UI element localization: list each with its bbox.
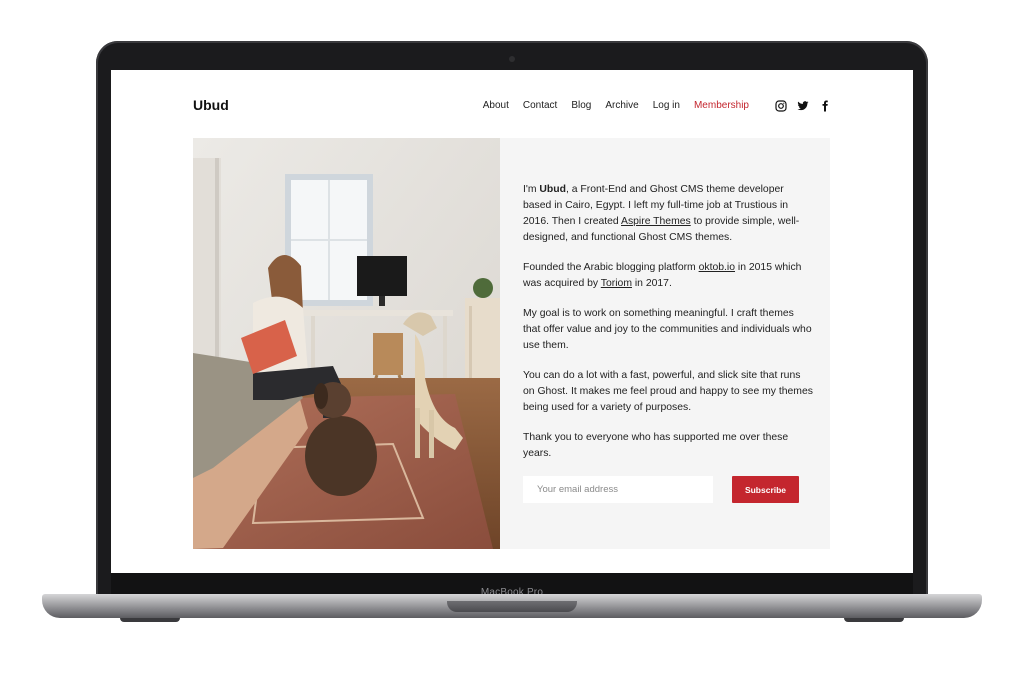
oktob-link[interactable]: oktob.io	[699, 262, 735, 273]
bio-text: I'm Ubud, a Front-End and Ghost CMS them…	[523, 182, 813, 476]
laptop-foot-left	[120, 618, 180, 622]
nav-archive[interactable]: Archive	[605, 100, 638, 111]
bio-paragraph-4: You can do a lot with a fast, powerful, …	[523, 370, 813, 413]
author-name: Ubud	[539, 184, 566, 195]
aspire-themes-link[interactable]: Aspire Themes	[621, 216, 691, 227]
screen: Ubud About Contact Blog Archive Log in M…	[111, 70, 913, 573]
nav-blog[interactable]: Blog	[571, 100, 591, 111]
bio-paragraph-2: Founded the Arabic blogging platform okt…	[523, 262, 802, 289]
hero-image	[193, 138, 500, 549]
laptop-foot-right	[844, 618, 904, 622]
bio-paragraph-3: My goal is to work on something meaningf…	[523, 308, 812, 351]
bedroom-photo	[193, 138, 500, 549]
toriom-link[interactable]: Toriom	[601, 278, 632, 289]
subscribe-button[interactable]: Subscribe	[732, 476, 799, 503]
bio-paragraph-5: Thank you to everyone who has supported …	[523, 432, 789, 459]
social-links	[765, 99, 831, 112]
site-header: Ubud About Contact Blog Archive Log in M…	[193, 94, 831, 116]
nav-contact[interactable]: Contact	[523, 100, 557, 111]
subscribe-form: Subscribe	[523, 476, 799, 503]
bio-paragraph-1: I'm Ubud, a Front-End and Ghost CMS them…	[523, 184, 800, 243]
site-logo[interactable]: Ubud	[193, 97, 229, 113]
about-panel: I'm Ubud, a Front-End and Ghost CMS them…	[500, 138, 830, 549]
facebook-icon[interactable]	[819, 99, 831, 112]
nav-login[interactable]: Log in	[653, 100, 680, 111]
nav-about[interactable]: About	[483, 100, 509, 111]
instagram-icon[interactable]	[775, 99, 787, 112]
camera-dot	[509, 56, 515, 62]
email-input[interactable]	[523, 476, 713, 503]
laptop-notch	[447, 601, 577, 612]
main-nav: About Contact Blog Archive Log in Member…	[469, 99, 831, 112]
twitter-icon[interactable]	[797, 99, 809, 111]
nav-membership[interactable]: Membership	[694, 100, 749, 111]
